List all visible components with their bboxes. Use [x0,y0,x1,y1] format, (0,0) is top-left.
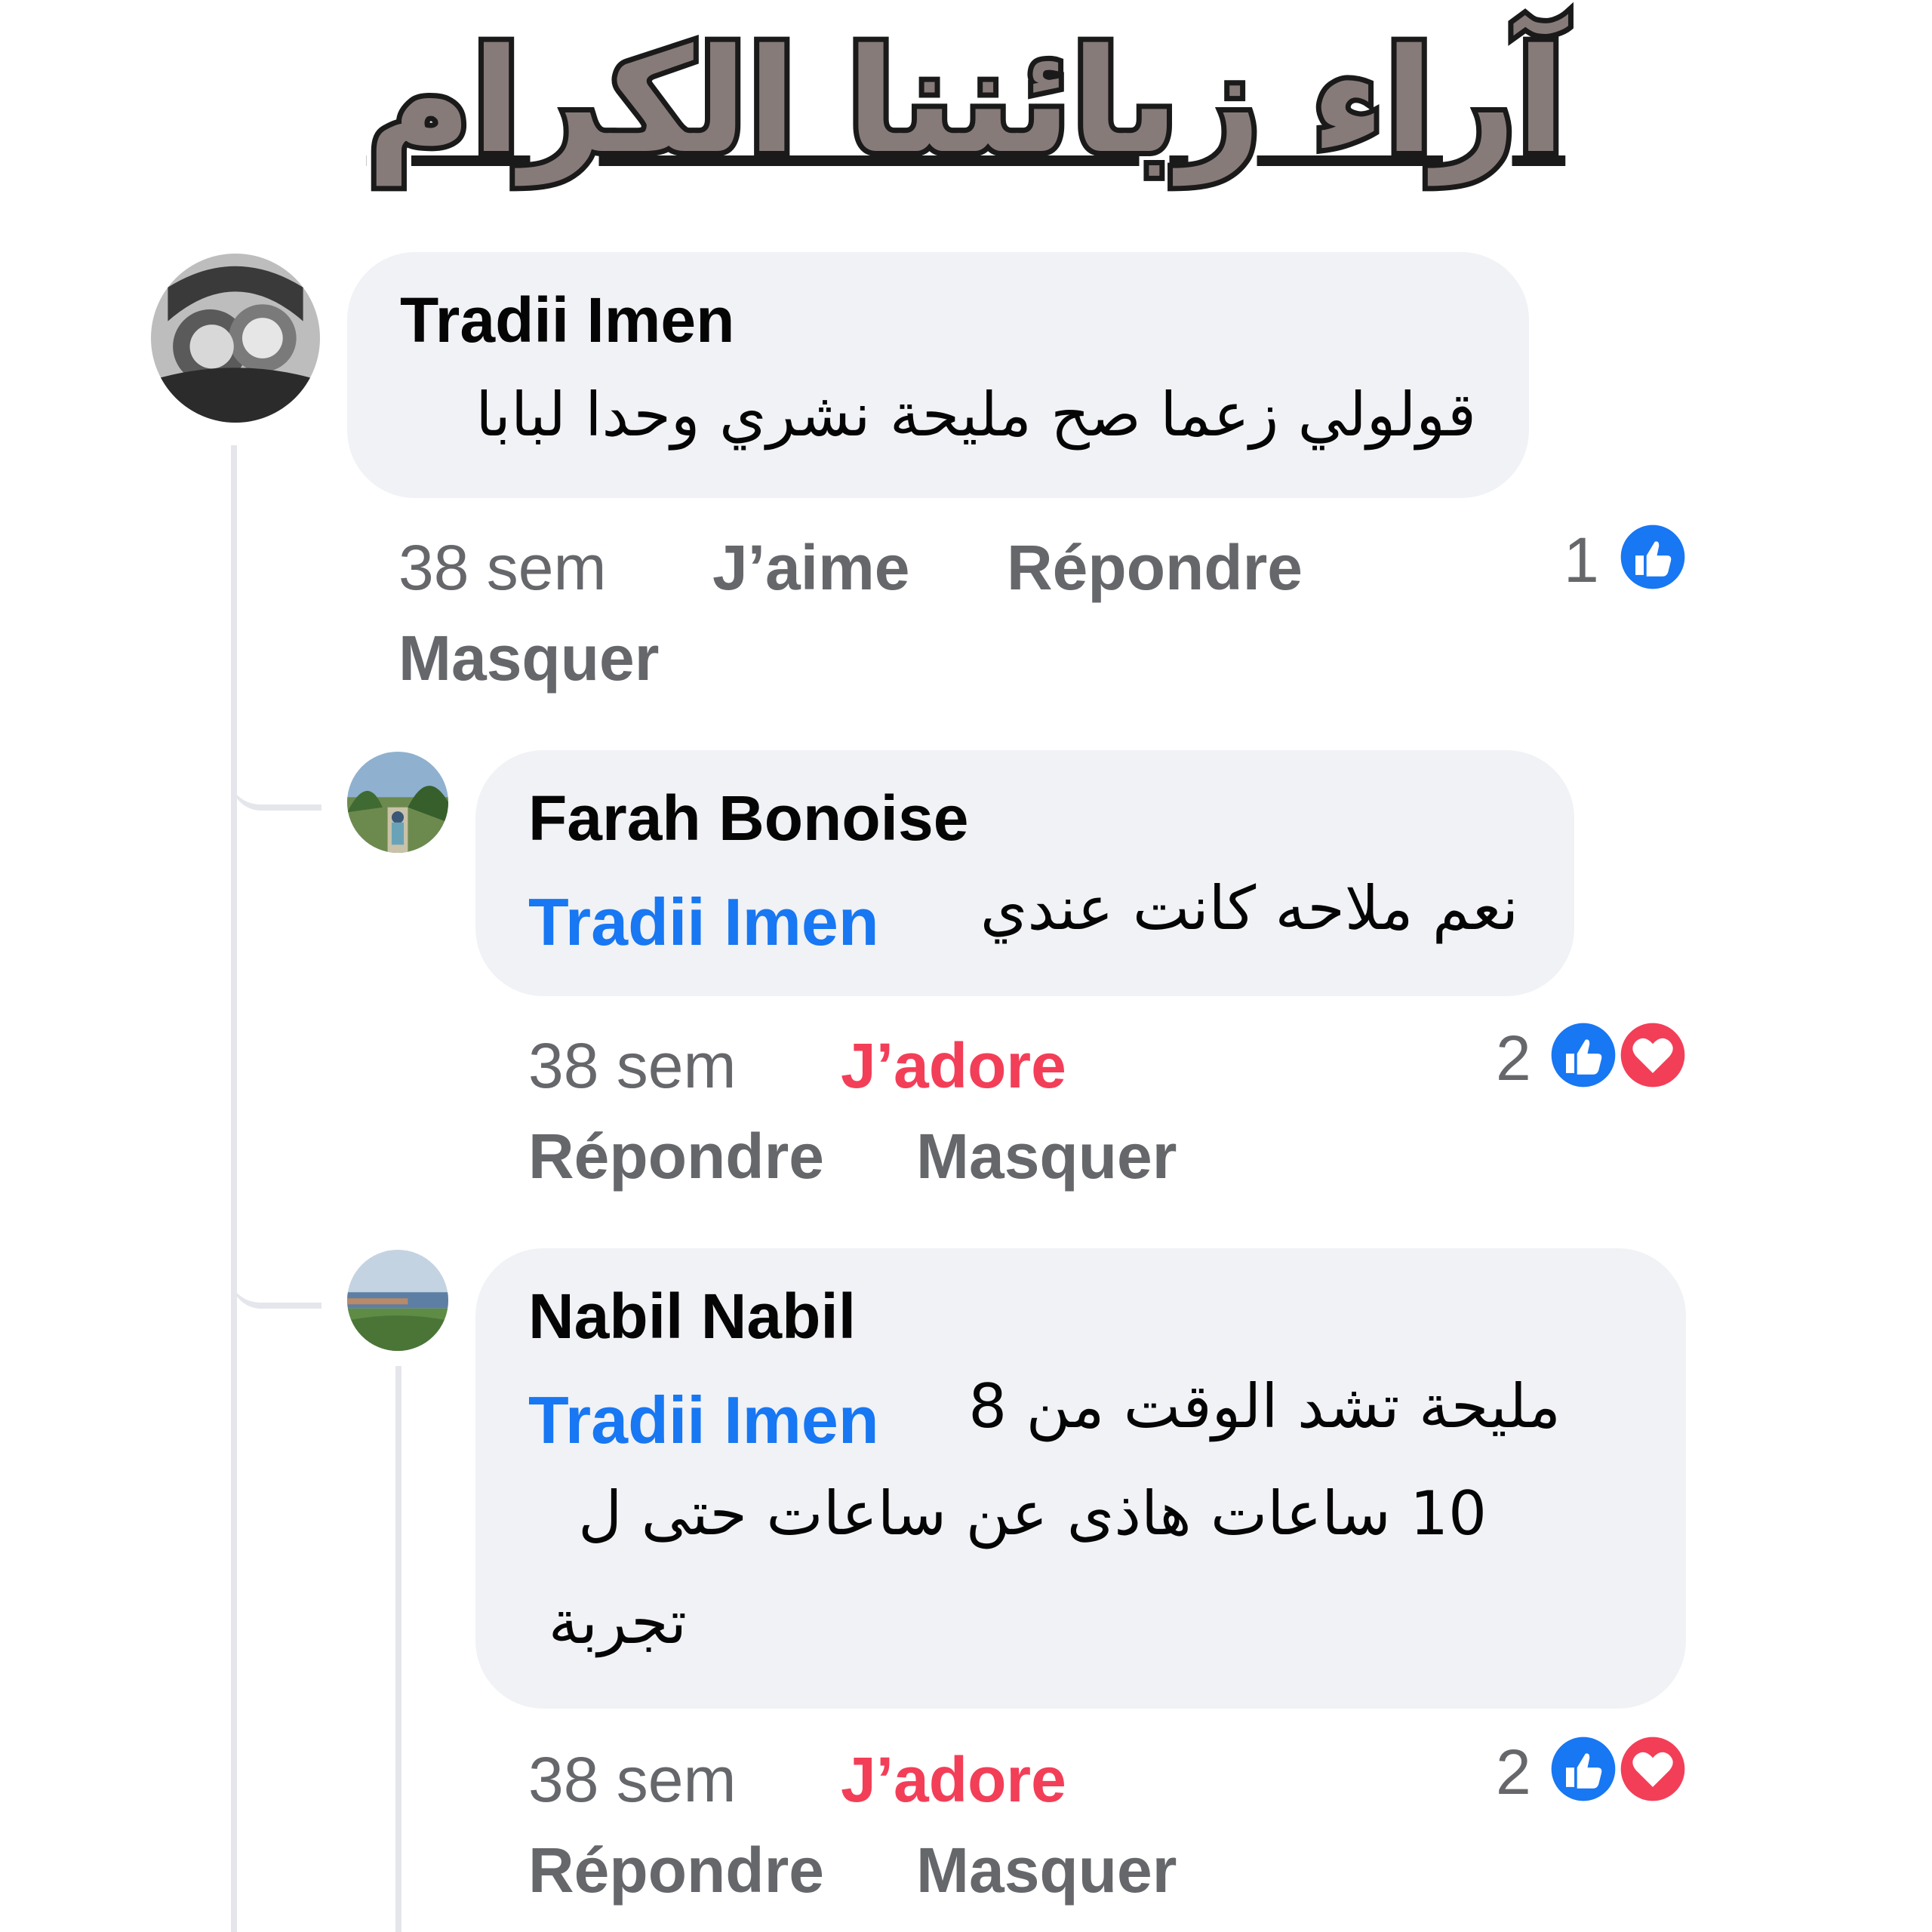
reply-button[interactable]: Répondre [1007,536,1303,599]
love-icon [1618,1020,1687,1090]
love-button[interactable]: J’adore [841,1034,1066,1097]
like-icon [1549,1020,1618,1090]
reaction-count[interactable]: 1 [1564,528,1599,592]
comment-timestamp[interactable]: 38 sem [398,536,606,599]
reply-button[interactable]: Répondre [528,1838,824,1902]
reply-author[interactable]: Nabil Nabil [528,1284,856,1348]
love-icon [1618,1734,1687,1804]
avatar-nabil-nabil[interactable] [347,1250,448,1351]
thread-connector-1 [231,755,321,811]
comment-author[interactable]: Tradii Imen [400,288,734,352]
avatar-farah-bonoise[interactable] [347,752,448,853]
comment-text: قولولي زعما صح مليحة نشري وحدا لبابا [475,380,1476,450]
reply-button[interactable]: Répondre [528,1124,824,1188]
reply-mention[interactable]: Tradii Imen [528,889,879,955]
reply-text-line: تجربة [548,1587,687,1657]
reply-text-line: مليحة تشد الوقت من 8 [968,1371,1561,1441]
thread-line-main [231,445,237,1932]
reply-timestamp[interactable]: 38 sem [528,1748,736,1811]
thread-connector-2 [231,1253,321,1309]
hide-button[interactable]: Masquer [916,1124,1177,1188]
like-button[interactable]: J’aime [712,536,910,599]
reply-mention[interactable]: Tradii Imen [528,1387,879,1454]
reaction-count[interactable]: 2 [1496,1740,1531,1804]
hide-button[interactable]: Masquer [916,1838,1177,1902]
page-title: آراء زبائننا الكرام [0,15,1932,189]
love-button[interactable]: J’adore [841,1748,1066,1811]
reply-timestamp[interactable]: 38 sem [528,1034,736,1097]
hide-button[interactable]: Masquer [398,626,659,690]
reply-author[interactable]: Farah Bonoise [528,786,968,850]
like-icon [1549,1734,1618,1804]
avatar-tradii-imen[interactable] [151,254,320,423]
reply-text-line: نعم ملاحه كانت عندي [980,873,1518,943]
reaction-count[interactable]: 2 [1496,1026,1531,1090]
page-title-text: آراء زبائننا الكرام [361,18,1572,185]
thread-line-reply [395,1366,401,1932]
reply-text-line: 10 ساعات هاذى عن ساعات حتى ل [578,1478,1487,1549]
like-icon [1618,522,1687,592]
